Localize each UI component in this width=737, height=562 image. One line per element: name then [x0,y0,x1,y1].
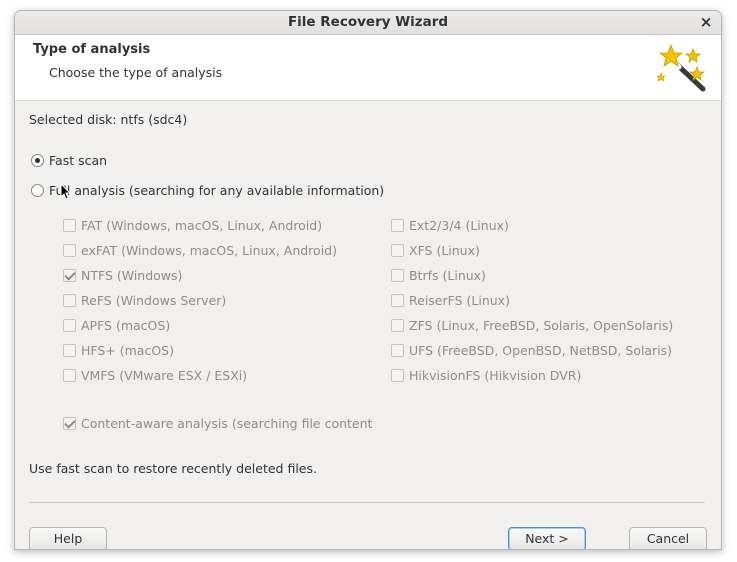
hint-text: Use fast scan to restore recently delete… [29,461,317,476]
content-aware-checkbox[interactable] [63,417,76,430]
close-icon[interactable]: × [697,13,715,31]
ufs-label[interactable]: UFS (FreeBSD, OpenBSD, NetBSD, Solaris) [409,343,672,358]
reiserfs-label[interactable]: ReiserFS (Linux) [409,293,510,308]
ufs-checkbox[interactable] [391,344,404,357]
hfsplus-label[interactable]: HFS+ (macOS) [81,343,174,358]
hikvisionfs-checkbox[interactable] [391,369,404,382]
reiserfs-checkbox[interactable] [391,294,404,307]
fast-scan-radio[interactable] [31,154,44,167]
hikvisionfs-label[interactable]: HikvisionFS (Hikvision DVR) [409,368,581,383]
apfs-checkbox[interactable] [63,319,76,332]
magic-wand-icon [657,43,706,92]
hfsplus-checkbox[interactable] [63,344,76,357]
fat-checkbox[interactable] [63,219,76,232]
window-title: File Recovery Wizard [287,14,449,30]
next-button[interactable]: Next > [508,527,586,549]
fast-scan-label[interactable]: Fast scan [49,153,107,168]
exfat-label[interactable]: exFAT (Windows, macOS, Linux, Android) [81,243,337,258]
divider [29,502,705,503]
mouse-pointer-icon [60,183,72,200]
xfs-label[interactable]: XFS (Linux) [409,243,480,258]
wizard-window: File Recovery Wizard × Type of analysis … [14,10,722,550]
zfs-label[interactable]: ZFS (Linux, FreeBSD, Solaris, OpenSolari… [409,318,673,333]
btrfs-label[interactable]: Btrfs (Linux) [409,268,486,283]
exfat-checkbox[interactable] [63,244,76,257]
title-bar: File Recovery Wizard × [15,11,721,35]
ext-label[interactable]: Ext2/3/4 (Linux) [409,218,509,233]
xfs-checkbox[interactable] [391,244,404,257]
vmfs-checkbox[interactable] [63,369,76,382]
apfs-label[interactable]: APFS (macOS) [81,318,170,333]
cancel-button[interactable]: Cancel [629,527,707,549]
selected-disk-label: Selected disk: ntfs (sdc4) [29,112,188,127]
btrfs-checkbox[interactable] [391,269,404,282]
wizard-header: Type of analysis Choose the type of anal… [15,35,721,101]
content-aware-label[interactable]: Content-aware analysis (searching file c… [81,416,372,431]
ntfs-checkbox[interactable] [63,269,76,282]
refs-label[interactable]: ReFS (Windows Server) [81,293,226,308]
help-button[interactable]: Help [29,527,107,549]
full-analysis-radio[interactable] [31,184,44,197]
ext-checkbox[interactable] [391,219,404,232]
wizard-content: Selected disk: ntfs (sdc4) Fast scan Ful… [15,101,721,549]
page-subtitle: Choose the type of analysis [49,65,223,80]
full-analysis-label[interactable]: Full analysis (searching for any availab… [49,183,384,198]
zfs-checkbox[interactable] [391,319,404,332]
refs-checkbox[interactable] [63,294,76,307]
ntfs-label[interactable]: NTFS (Windows) [81,268,182,283]
page-title: Type of analysis [33,42,151,57]
vmfs-label[interactable]: VMFS (VMware ESX / ESXi) [81,368,247,383]
fat-label[interactable]: FAT (Windows, macOS, Linux, Android) [81,218,322,233]
